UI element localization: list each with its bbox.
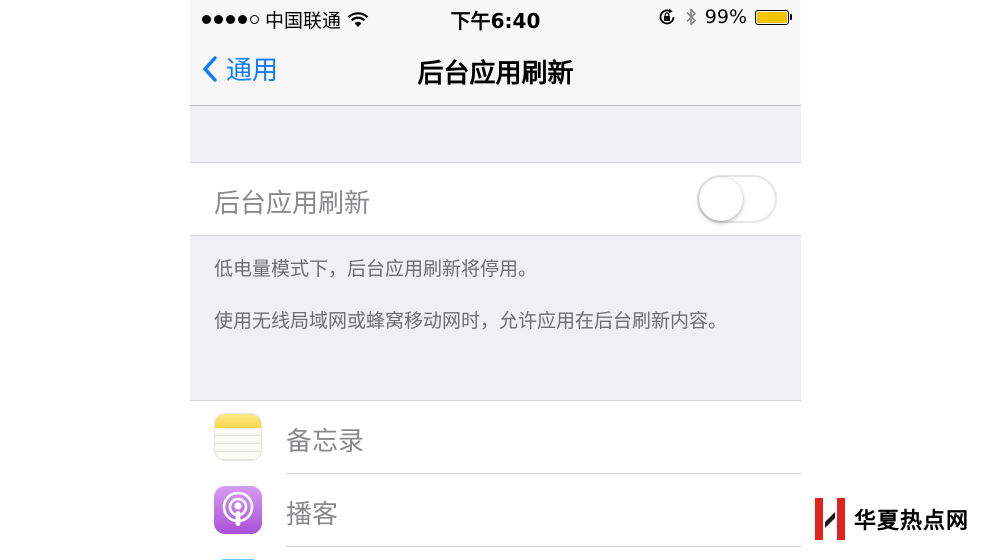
status-bar-right: 99% bbox=[657, 6, 792, 28]
notes-icon bbox=[214, 413, 262, 461]
app-name: 备忘录 bbox=[286, 427, 365, 457]
footer-note-network: 使用无线局域网或蜂窝移动网时，允许应用在后台刷新内容。 bbox=[214, 310, 728, 332]
bluetooth-icon bbox=[686, 8, 696, 26]
list-item[interactable]: 备忘录 bbox=[190, 401, 801, 474]
navigation-bar: 通用 后台应用刷新 bbox=[190, 36, 801, 106]
footer-note-low-power: 低电量模式下，后台应用刷新将停用。 bbox=[214, 258, 538, 280]
section-footer: 低电量模式下，后台应用刷新将停用。 使用无线局域网或蜂窝移动网时，允许应用在后台… bbox=[214, 255, 774, 359]
status-bar: 中国联通 下午6:40 99% bbox=[190, 0, 801, 36]
app-list: 备忘录 播客 bbox=[190, 400, 801, 560]
row-divider bbox=[286, 546, 801, 547]
phone-screen: 中国联通 下午6:40 99% 通用 后台应用刷新 后台应用刷新 低电量模式下，… bbox=[190, 0, 801, 560]
orientation-lock-icon bbox=[659, 8, 675, 25]
battery-percent: 99% bbox=[704, 6, 747, 28]
app-name: 播客 bbox=[286, 500, 339, 530]
watermark-logo-icon bbox=[815, 498, 845, 540]
background-refresh-row: 后台应用刷新 bbox=[190, 162, 801, 236]
background-refresh-switch[interactable] bbox=[697, 175, 777, 223]
page: 中国联通 下午6:40 99% 通用 后台应用刷新 后台应用刷新 低电量模式下，… bbox=[0, 0, 1000, 560]
list-item[interactable]: 播客 bbox=[190, 474, 801, 547]
background-refresh-label: 后台应用刷新 bbox=[214, 189, 371, 219]
battery-fill bbox=[757, 11, 787, 23]
watermark-text: 华夏热点网 bbox=[854, 509, 970, 534]
page-title: 后台应用刷新 bbox=[417, 59, 574, 89]
watermark: 华夏热点网 bbox=[812, 496, 969, 542]
battery-icon bbox=[755, 9, 792, 25]
switch-knob bbox=[699, 177, 743, 221]
podcasts-icon bbox=[214, 486, 262, 534]
